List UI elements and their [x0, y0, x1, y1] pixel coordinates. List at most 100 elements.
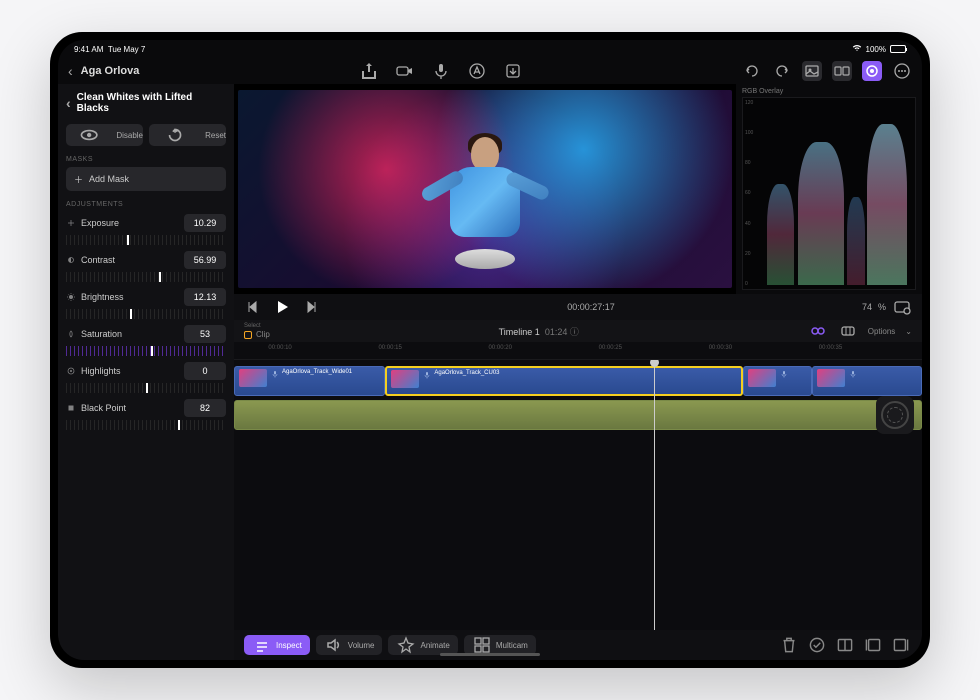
trim-start-icon[interactable]: [862, 634, 884, 656]
media-icon[interactable]: [802, 61, 822, 81]
reset-button[interactable]: Reset: [149, 124, 226, 146]
param-value[interactable]: 53: [184, 325, 226, 343]
tab-animate[interactable]: Animate: [388, 635, 457, 655]
plus-icon: ＋: [74, 173, 83, 186]
bottom-toolbar: Inspect Volume Animate Multicam: [234, 630, 922, 660]
param-brightness: Brightness 12.13: [66, 288, 226, 323]
transport-bar: 00:00:27:17 74 %: [234, 294, 922, 320]
param-slider[interactable]: [66, 309, 226, 323]
snap-icon[interactable]: [838, 321, 858, 341]
param-slider[interactable]: [66, 346, 226, 360]
battery-pct: 100%: [866, 45, 886, 54]
select-label: Select: [244, 323, 270, 329]
rgb-overlay-scope[interactable]: 120100806040200: [742, 97, 916, 290]
param-slider[interactable]: [66, 383, 226, 397]
back-icon[interactable]: ‹: [68, 63, 73, 79]
param-value[interactable]: 56.99: [184, 251, 226, 269]
inspector-panel: ‹ Clean Whites with Lifted Blacks Disabl…: [58, 84, 234, 660]
next-frame-button[interactable]: [300, 297, 320, 317]
timeline-duration: 01:24: [545, 327, 568, 337]
param-highlights: Highlights 0: [66, 362, 226, 397]
battery-icon: [890, 45, 906, 53]
param-label: Brightness: [81, 292, 124, 302]
param-label: Saturation: [81, 329, 122, 339]
wifi-icon: [852, 44, 862, 54]
param-label: Contrast: [81, 255, 115, 265]
share-icon[interactable]: [359, 61, 379, 81]
masks-label: MASKS: [66, 156, 226, 163]
project-title: Aga Orlova: [81, 65, 140, 77]
preview-frame: [238, 90, 732, 288]
adjustments-label: ADJUSTMENTS: [66, 201, 226, 208]
video-clip[interactable]: [812, 366, 922, 396]
clip-label[interactable]: Clip: [256, 330, 270, 339]
play-button[interactable]: [272, 297, 292, 317]
jog-wheel[interactable]: [876, 396, 914, 434]
param-exposure: Exposure 10.29: [66, 214, 226, 249]
timeline[interactable]: AgaOrlova_Track_Wide01 AgaOrlova_Track_CU…: [234, 360, 922, 630]
param-slider[interactable]: [66, 272, 226, 286]
video-track[interactable]: AgaOrlova_Track_Wide01 AgaOrlova_Track_CU…: [234, 364, 922, 398]
param-contrast: Contrast 56.99: [66, 251, 226, 286]
video-clip[interactable]: AgaOrlova_Track_CU03: [385, 366, 743, 396]
status-time: 9:41 AM: [74, 45, 103, 54]
param-value[interactable]: 10.29: [184, 214, 226, 232]
more-icon[interactable]: [892, 61, 912, 81]
add-mask-button[interactable]: ＋Add Mask: [66, 167, 226, 191]
status-bar: 9:41 AM Tue May 7 100%: [58, 40, 922, 58]
clip-indicator-icon: [244, 331, 252, 339]
zoom-value[interactable]: 74: [862, 302, 872, 312]
timecode[interactable]: 00:00:27:17: [328, 302, 854, 312]
zoom-unit: %: [878, 302, 886, 312]
back-effect-icon: ‹: [66, 95, 71, 111]
param-value[interactable]: 12.13: [184, 288, 226, 306]
enable-icon[interactable]: [806, 634, 828, 656]
link-icon[interactable]: [808, 321, 828, 341]
clip-name: AgaOrlova_Track_CU03: [434, 370, 499, 376]
playhead[interactable]: [654, 360, 655, 630]
redo-icon[interactable]: [772, 61, 792, 81]
home-indicator[interactable]: [440, 653, 540, 656]
text-icon[interactable]: [467, 61, 487, 81]
undo-icon[interactable]: [742, 61, 762, 81]
scopes-panel: RGB Overlay 120100806040200: [736, 84, 922, 294]
split-icon[interactable]: [834, 634, 856, 656]
tab-volume[interactable]: Volume: [316, 635, 383, 655]
app-toolbar: ‹ Aga Orlova: [58, 58, 922, 84]
video-clip[interactable]: AgaOrlova_Track_Wide01: [234, 366, 385, 396]
clip-name: AgaOrlova_Track_Wide01: [282, 369, 352, 375]
param-value[interactable]: 0: [184, 362, 226, 380]
prev-frame-button[interactable]: [244, 297, 264, 317]
timeline-header: Select Clip Timeline 1 01:24 ⓘ Options ⌄: [234, 320, 922, 342]
trash-icon[interactable]: [778, 634, 800, 656]
param-black-point: Black Point 82: [66, 399, 226, 434]
library-icon[interactable]: [832, 61, 852, 81]
param-label: Exposure: [81, 218, 119, 228]
param-label: Highlights: [81, 366, 121, 376]
status-date: Tue May 7: [108, 45, 146, 54]
param-value[interactable]: 82: [184, 399, 226, 417]
param-saturation: Saturation 53: [66, 325, 226, 360]
viewer[interactable]: [234, 84, 736, 294]
trim-end-icon[interactable]: [890, 634, 912, 656]
display-options-icon[interactable]: [892, 297, 912, 317]
camera-icon[interactable]: [395, 61, 415, 81]
video-clip[interactable]: [743, 366, 812, 396]
mic-icon[interactable]: [431, 61, 451, 81]
effect-header[interactable]: ‹ Clean Whites with Lifted Blacks: [66, 90, 226, 120]
inspector-icon[interactable]: [862, 61, 882, 81]
import-icon[interactable]: [503, 61, 523, 81]
chevron-down-icon: ⌄: [905, 327, 912, 336]
effect-name: Clean Whites with Lifted Blacks: [77, 92, 226, 114]
param-slider[interactable]: [66, 235, 226, 249]
param-slider[interactable]: [66, 420, 226, 434]
timeline-ruler[interactable]: 00:00:1000:00:1500:00:2000:00:2500:00:30…: [234, 342, 922, 360]
audio-track[interactable]: [234, 400, 922, 430]
param-label: Black Point: [81, 403, 126, 413]
tab-multicam[interactable]: Multicam: [464, 635, 536, 655]
scope-label: RGB Overlay: [742, 88, 916, 95]
tab-inspect[interactable]: Inspect: [244, 635, 310, 655]
info-icon[interactable]: ⓘ: [570, 327, 579, 337]
options-button[interactable]: Options: [868, 327, 896, 336]
disable-button[interactable]: Disable: [66, 124, 143, 146]
